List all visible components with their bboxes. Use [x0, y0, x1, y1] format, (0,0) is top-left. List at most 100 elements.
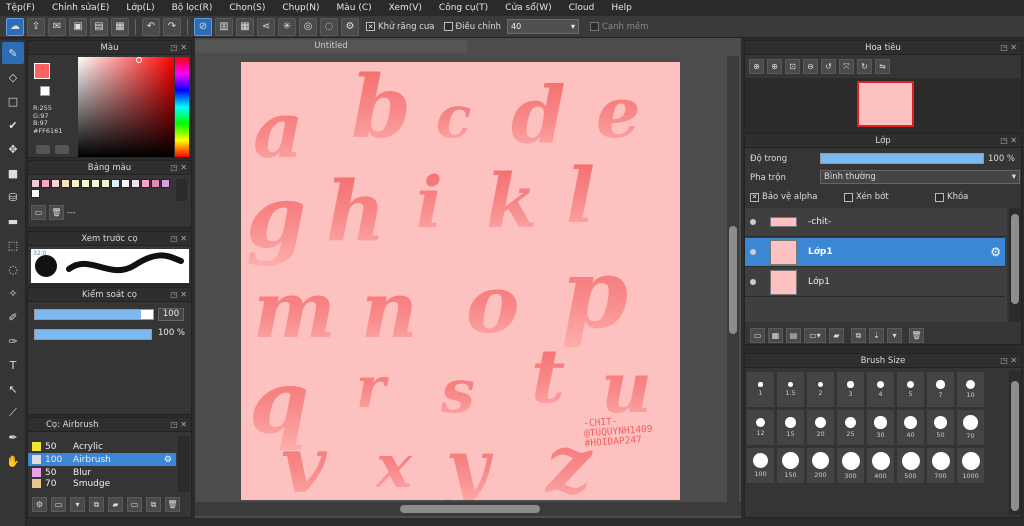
cross-snap-icon[interactable]: ▦ [236, 17, 254, 36]
grid-icon[interactable]: ▦ [111, 17, 129, 36]
folder-icon[interactable]: ▰ [829, 328, 844, 343]
palette-swatch[interactable] [81, 179, 90, 188]
brush-size-slider[interactable] [34, 309, 154, 320]
new-8bit-layer-icon[interactable]: ▤ [786, 328, 801, 343]
operation-tool-icon[interactable]: ↖ [2, 378, 24, 400]
menu-file[interactable]: Tệp(F) [6, 3, 35, 13]
palette-swatch[interactable] [121, 179, 130, 188]
cloud-icon[interactable]: ☁ [6, 17, 24, 36]
brush-list-scrollbar[interactable] [178, 436, 190, 492]
paste-icon[interactable]: ⧉ [146, 497, 161, 512]
zoom-in-alt-icon[interactable]: ⊕ [767, 59, 782, 74]
vanish-snap-icon[interactable]: ⋖ [257, 17, 275, 36]
palette-swatch[interactable] [61, 179, 70, 188]
blend-mode-select[interactable]: Bình thường ▾ [820, 170, 1020, 184]
zoom-out-icon[interactable]: ⊖ [803, 59, 818, 74]
menu-edit[interactable]: Chỉnh sửa(E) [52, 3, 109, 13]
visibility-icon[interactable] [750, 249, 756, 255]
menu-window[interactable]: Cửa sổ(W) [505, 3, 551, 13]
brush-size-option[interactable]: 15 [776, 409, 805, 446]
clipping-checkbox[interactable]: Xén bớt [844, 192, 889, 202]
brush-size-option[interactable]: 2 [806, 371, 835, 408]
gear-icon[interactable]: ⚙ [990, 245, 1001, 259]
magic-wand-icon[interactable]: ✧ [2, 282, 24, 304]
brush-menu-icon[interactable]: ▾ [70, 497, 85, 512]
brush-size-option[interactable]: 70 [956, 409, 985, 446]
select-pen-icon[interactable]: ✐ [2, 306, 24, 328]
horizontal-scrollbar[interactable] [195, 502, 741, 516]
brush-size-option[interactable]: 30 [866, 409, 895, 446]
move-tool-icon[interactable]: ✥ [2, 138, 24, 160]
drawing-canvas[interactable]: abcdeghiklmnopqrstuvxyz -CHIT- @TUQUYNH1… [241, 62, 680, 500]
trash-icon[interactable]: 🗑 [165, 497, 180, 512]
parallel-snap-icon[interactable]: ▥ [215, 17, 233, 36]
list-item[interactable]: 50 Acrylic [28, 440, 176, 453]
scroll-thumb[interactable] [729, 226, 737, 334]
merge-layer-icon[interactable]: ⇣ [869, 328, 884, 343]
navigator-preview-area[interactable] [745, 78, 1021, 128]
palette-swatch[interactable] [101, 179, 110, 188]
chat-icon[interactable]: ✉ [48, 17, 66, 36]
export-icon[interactable]: ⇪ [27, 17, 45, 36]
hand-tool-icon[interactable]: ✋ [2, 450, 24, 472]
menu-view[interactable]: Xem(V) [389, 3, 422, 13]
brush-size-option[interactable]: 300 [836, 447, 865, 484]
brush-size-option[interactable]: 10 [956, 371, 985, 408]
divide-tool-icon[interactable]: ⟋ [2, 402, 24, 424]
scroll-thumb[interactable] [1011, 381, 1019, 511]
frame-icon[interactable]: ▣ [69, 17, 87, 36]
select-tool-icon[interactable]: ⬚ [2, 234, 24, 256]
flip-icon[interactable]: ⇋ [875, 59, 890, 74]
brush-size-option[interactable]: 500 [896, 447, 925, 484]
trash-icon[interactable]: 🗑 [49, 205, 64, 220]
settings-icon[interactable]: ⚙ [341, 17, 359, 36]
lasso-tool-icon[interactable]: ◌ [2, 258, 24, 280]
brush-size-option[interactable]: 400 [866, 447, 895, 484]
palette-swatch[interactable] [161, 179, 170, 188]
panel-menu-icon[interactable]: ◳ ✕ [1000, 41, 1017, 55]
fill-rect-icon[interactable]: ■ [2, 162, 24, 184]
select-eraser-icon[interactable]: ✑ [2, 330, 24, 352]
saturation-value-picker[interactable] [78, 57, 174, 157]
redo-icon[interactable]: ↷ [163, 17, 181, 36]
add-layer-menu-icon[interactable]: ▭▾ [804, 328, 826, 343]
list-item[interactable]: 50 Blur [28, 466, 176, 479]
bucket-tool-icon[interactable]: ⛁ [2, 186, 24, 208]
brush-size-option[interactable]: 50 [926, 409, 955, 446]
menu-help[interactable]: Help [611, 3, 632, 13]
menu-select[interactable]: Chọn(S) [229, 3, 265, 13]
panel-menu-icon[interactable]: ◳ ✕ [1000, 134, 1017, 148]
brush-size-option[interactable]: 200 [806, 447, 835, 484]
menu-capture[interactable]: Chụp(N) [282, 3, 319, 13]
duplicate-icon[interactable]: ▭ [127, 497, 142, 512]
new-swatch-icon[interactable]: ▭ [31, 205, 46, 220]
reset-icon[interactable]: ⤧ [839, 59, 854, 74]
brush-settings-icon[interactable]: ⚙ [32, 497, 47, 512]
layer-opacity-slider[interactable] [820, 153, 984, 164]
vertical-scrollbar[interactable] [727, 56, 739, 502]
eraser-tool-icon[interactable]: ◇ [2, 66, 24, 88]
brush-size-option[interactable]: 700 [926, 447, 955, 484]
folder-icon[interactable]: ▰ [108, 497, 123, 512]
lock-checkbox[interactable]: Khóa [935, 192, 968, 202]
panel-icon[interactable]: ▤ [90, 17, 108, 36]
palette-swatch[interactable] [91, 179, 100, 188]
soft-edge-checkbox[interactable]: Cạnh mềm [589, 22, 648, 32]
palette-swatch[interactable] [31, 189, 40, 198]
new-layer-icon[interactable]: ▭ [750, 328, 765, 343]
hue-slider[interactable] [175, 57, 189, 157]
zoom-in-icon[interactable]: ⊕ [749, 59, 764, 74]
brush-size-scrollbar[interactable] [1009, 371, 1021, 515]
scroll-thumb[interactable] [400, 505, 540, 513]
fit-icon[interactable]: ⊡ [785, 59, 800, 74]
palette-swatch[interactable] [41, 179, 50, 188]
adjust-select[interactable]: 40 ▾ [506, 19, 579, 34]
curve-snap-icon[interactable]: ◌ [320, 17, 338, 36]
panel-menu-icon[interactable]: ◳ ✕ [1000, 354, 1017, 368]
text-tool-icon[interactable]: T [2, 354, 24, 376]
alpha-protect-checkbox[interactable]: ✕ Bảo vệ alpha [750, 192, 817, 202]
circle-snap-icon[interactable]: ◎ [299, 17, 317, 36]
panel-menu-icon[interactable]: ◳ ✕ [170, 41, 187, 55]
menu-tools[interactable]: Công cụ(T) [439, 3, 488, 13]
palette-swatch[interactable] [111, 179, 120, 188]
